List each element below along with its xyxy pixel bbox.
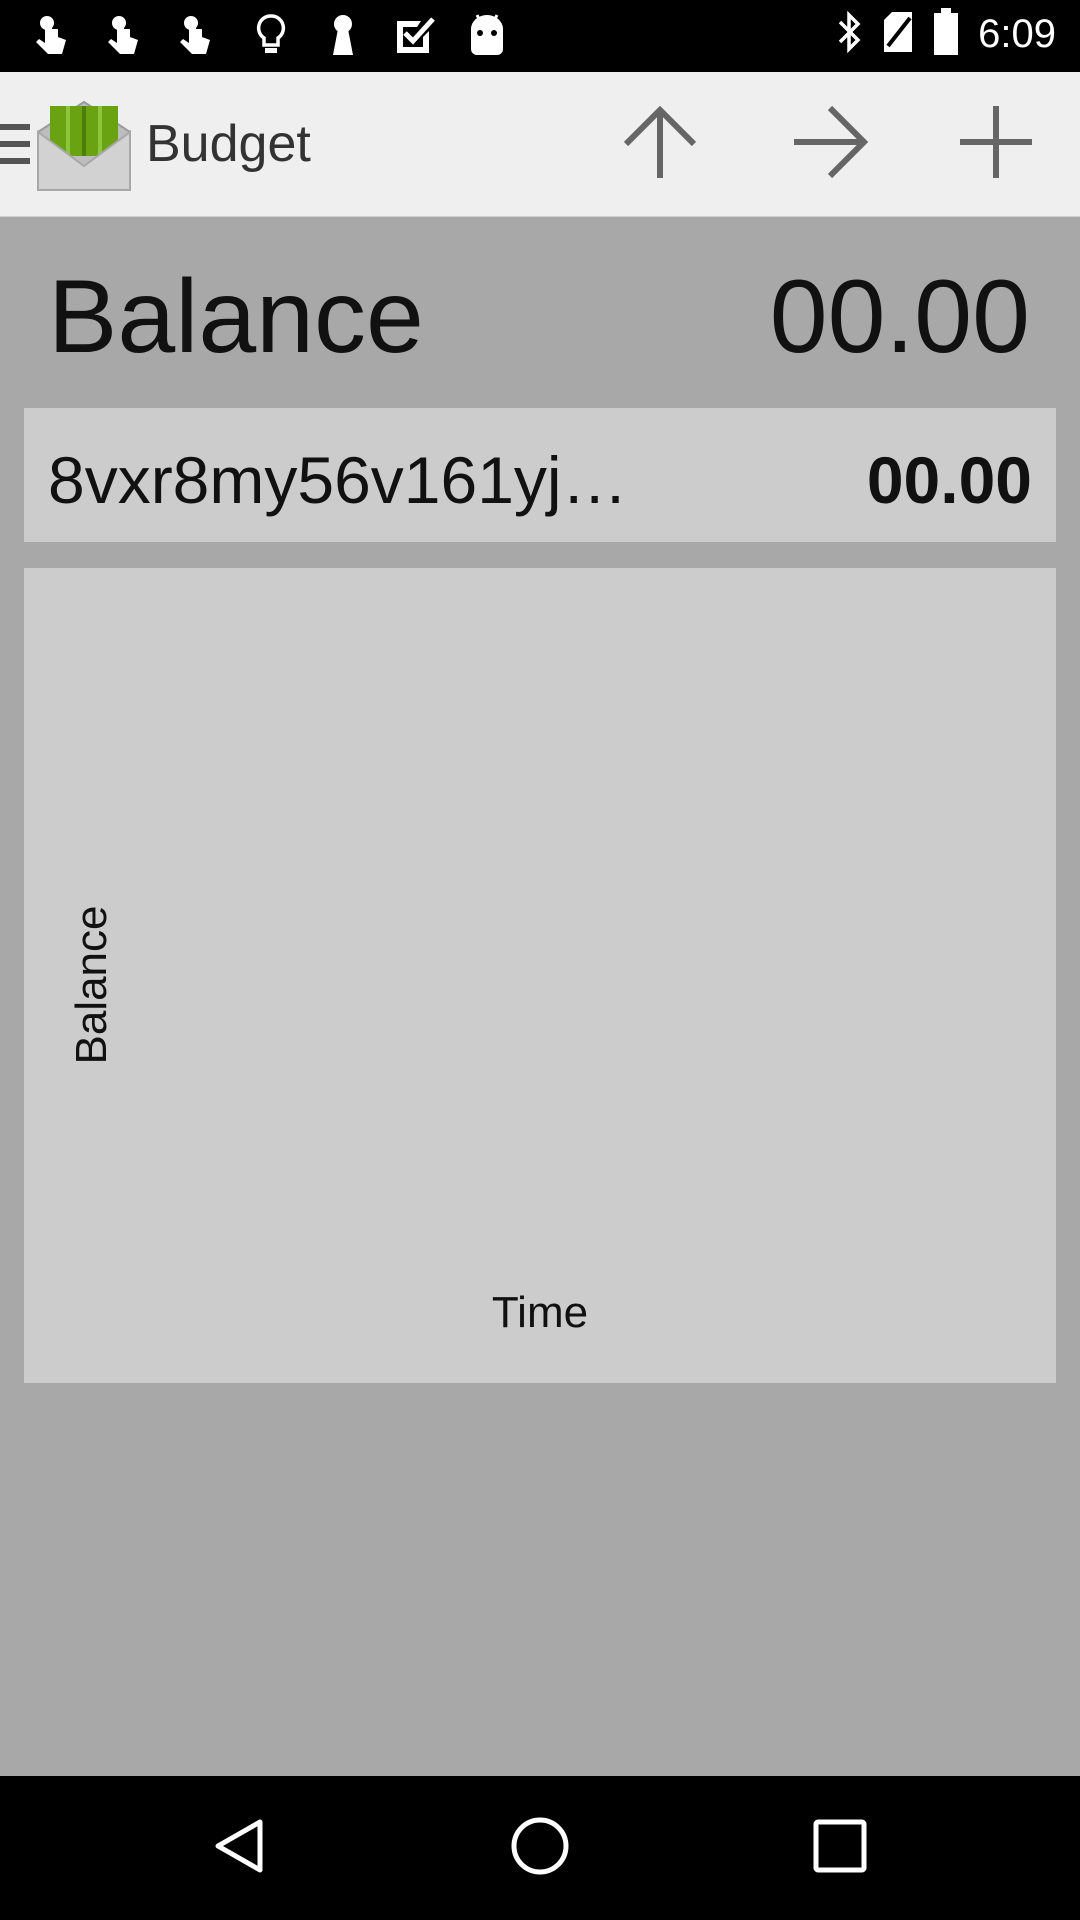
bluetooth-icon <box>834 10 864 59</box>
system-icons: 6:09 <box>834 8 1056 61</box>
no-sim-icon <box>882 10 914 59</box>
add-button[interactable] <box>946 94 1046 194</box>
action-bar: Budget <box>0 72 1080 217</box>
navigation-bar <box>0 1776 1080 1920</box>
back-button[interactable] <box>200 1808 280 1888</box>
move-up-button[interactable] <box>610 94 710 194</box>
balance-summary: Balance 00.00 <box>0 216 1080 406</box>
arrow-right-icon <box>790 102 870 187</box>
balance-graph: Balance Time <box>24 568 1056 1383</box>
recents-square-icon <box>810 1816 870 1881</box>
android-icon <box>464 12 510 58</box>
notification-icons <box>32 12 510 58</box>
back-triangle-icon <box>210 1816 270 1881</box>
account-amount: 00.00 <box>866 443 1032 517</box>
home-button[interactable] <box>500 1808 580 1888</box>
home-circle-icon <box>508 1814 572 1883</box>
touch-icon <box>104 12 150 58</box>
touch-icon <box>32 12 78 58</box>
forward-button[interactable] <box>780 94 880 194</box>
status-clock: 6:09 <box>978 12 1056 56</box>
balance-total: 00.00 <box>769 259 1030 375</box>
battery-icon <box>932 8 960 61</box>
drawer-menu-icon[interactable] <box>0 122 30 166</box>
arrow-up-icon <box>620 102 700 187</box>
touch-icon <box>176 12 222 58</box>
account-row[interactable]: 8vxr8my56v161yj… 00.00 <box>24 408 1056 542</box>
status-bar: 6:09 <box>0 0 1080 72</box>
balance-label: Balance <box>48 259 424 375</box>
account-name: 8vxr8my56v161yj… <box>48 443 628 517</box>
lightbulb-icon <box>248 12 294 58</box>
plus-icon <box>956 102 1036 187</box>
checkbox-icon <box>392 12 438 58</box>
graph-x-axis-label: Time <box>491 1288 589 1337</box>
graph-y-axis-label: Balance <box>67 905 116 1065</box>
app-logo[interactable] <box>36 94 132 194</box>
recents-button[interactable] <box>800 1808 880 1888</box>
app-title: Budget <box>146 115 311 173</box>
keyhole-icon <box>320 12 366 58</box>
